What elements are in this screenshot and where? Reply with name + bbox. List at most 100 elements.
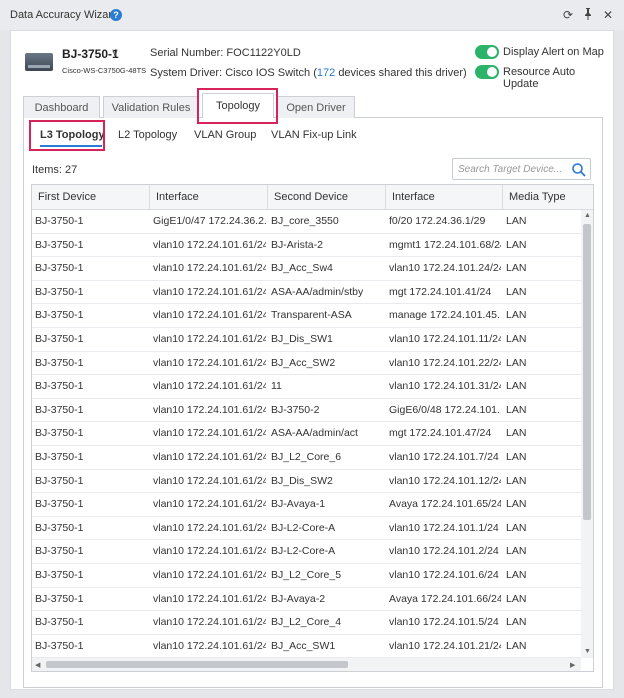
table-row[interactable]: BJ-3750-1 vlan10 172.24.101.61/24 BJ-Arist… xyxy=(32,234,582,258)
cell-interface-2: Avaya 172.24.101.66/24 xyxy=(389,592,501,605)
subtab-vlan-group[interactable]: VLAN Group xyxy=(194,129,256,141)
cell-media-type: LAN xyxy=(506,380,527,393)
cell-second-device: BJ_Acc_SW2 xyxy=(271,356,336,369)
vertical-scroll-thumb[interactable] xyxy=(583,224,591,520)
cell-interface-2: manage 172.24.101.45... xyxy=(389,309,501,322)
cell-media-type: LAN xyxy=(506,238,527,251)
tab-open-driver[interactable]: Open Driver xyxy=(277,96,355,118)
cell-media-type: LAN xyxy=(506,498,527,511)
table-row[interactable]: BJ-3750-1 vlan10 172.24.101.61/24 BJ_L2_Co… xyxy=(32,446,582,470)
pin-icon[interactable] xyxy=(581,8,595,22)
cell-media-type: LAN xyxy=(506,262,527,275)
table-row[interactable]: BJ-3750-1 vlan10 172.24.101.61/24 BJ_L2_Co… xyxy=(32,611,582,635)
cell-media-type: LAN xyxy=(506,639,527,652)
vertical-scrollbar[interactable]: ▲ ▼ xyxy=(581,210,593,658)
cell-second-device: BJ_Acc_Sw4 xyxy=(271,262,333,275)
cell-interface-2: vlan10 172.24.101.31/24 xyxy=(389,380,501,393)
cell-media-type: LAN xyxy=(506,309,527,322)
cell-interface-1: GigE1/0/47 172.24.36.2... xyxy=(153,215,266,227)
cell-second-device: BJ_L2_Core_6 xyxy=(271,450,342,463)
table-row[interactable]: BJ-3750-1 vlan10 172.24.101.61/24 BJ_Acc_S… xyxy=(32,352,582,376)
serial-number: Serial Number: FOC1122Y0LD xyxy=(150,47,301,59)
topology-table: First Device Interface Second Device Int… xyxy=(31,184,594,672)
table-row[interactable]: BJ-3750-1 vlan10 172.24.101.61/24 BJ-L2-Co… xyxy=(32,517,582,541)
horizontal-scrollbar[interactable]: ◀ ▶ xyxy=(32,658,581,671)
cell-interface-1: vlan10 172.24.101.61/24 xyxy=(153,521,266,534)
cell-media-type: LAN xyxy=(506,592,527,605)
cell-second-device: BJ-Avaya-2 xyxy=(271,592,326,605)
cell-media-type: LAN xyxy=(506,521,527,534)
cell-interface-1: vlan10 172.24.101.61/24 xyxy=(153,498,266,511)
table-row[interactable]: BJ-3750-1 vlan10 172.24.101.61/24 BJ_Acc_S… xyxy=(32,635,582,659)
column-header-first-device[interactable]: First Device xyxy=(32,185,150,210)
cell-second-device: BJ_core_3550 xyxy=(271,215,339,227)
table-row[interactable]: BJ-3750-1 vlan10 172.24.101.61/24 BJ_Dis_S… xyxy=(32,470,582,494)
cell-first-device: BJ-3750-1 xyxy=(35,639,84,652)
close-icon[interactable]: ✕ xyxy=(601,8,615,22)
horizontal-scroll-thumb[interactable] xyxy=(46,661,348,668)
cell-second-device: BJ-Arista-2 xyxy=(271,238,323,251)
column-header-media-type[interactable]: Media Type xyxy=(503,185,593,210)
table-row[interactable]: BJ-3750-1 vlan10 172.24.101.61/24 BJ_L2_Co… xyxy=(32,564,582,588)
cell-second-device: ASA-AA/admin/act xyxy=(271,427,358,440)
cell-interface-2: vlan10 172.24.101.11/24 xyxy=(389,332,501,345)
cell-media-type: LAN xyxy=(506,616,527,629)
scroll-up-icon[interactable]: ▲ xyxy=(584,212,591,219)
scroll-down-icon[interactable]: ▼ xyxy=(584,648,591,655)
table-row[interactable]: BJ-3750-1 vlan10 172.24.101.61/24 BJ-3750-… xyxy=(32,399,582,423)
cell-interface-2: vlan10 172.24.101.5/24 xyxy=(389,616,499,629)
cell-second-device: BJ_L2_Core_5 xyxy=(271,568,342,581)
table-row[interactable]: BJ-3750-1 GigE1/0/47 172.24.36.2... BJ_cor… xyxy=(32,210,582,234)
search-input[interactable]: Search Target Device... xyxy=(452,158,591,180)
cell-second-device: BJ-Avaya-1 xyxy=(271,498,326,511)
column-header-second-device[interactable]: Second Device xyxy=(268,185,386,210)
cell-media-type: LAN xyxy=(506,403,527,416)
cell-second-device: Transparent-ASA xyxy=(271,309,352,322)
table-row[interactable]: BJ-3750-1 vlan10 172.24.101.61/24 BJ_Dis_S… xyxy=(32,328,582,352)
table-row[interactable]: BJ-3750-1 vlan10 172.24.101.61/24 BJ-Avaya… xyxy=(32,493,582,517)
cell-first-device: BJ-3750-1 xyxy=(35,568,84,581)
refresh-icon[interactable]: ⟳ xyxy=(561,8,575,22)
table-row[interactable]: BJ-3750-1 vlan10 172.24.101.61/24 ASA-AA/a… xyxy=(32,422,582,446)
cell-second-device: BJ-3750-2 xyxy=(271,403,320,416)
cell-interface-1: vlan10 172.24.101.61/24 xyxy=(153,639,266,652)
cell-first-device: BJ-3750-1 xyxy=(35,616,84,629)
cell-first-device: BJ-3750-1 xyxy=(35,450,84,463)
cell-first-device: BJ-3750-1 xyxy=(35,215,84,227)
auto-update-toggle[interactable] xyxy=(475,65,499,79)
cell-second-device: BJ_Dis_SW1 xyxy=(271,332,333,345)
display-alert-toggle[interactable] xyxy=(475,45,499,59)
table-row[interactable]: BJ-3750-1 vlan10 172.24.101.61/24 11 vlan10… xyxy=(32,375,582,399)
table-row[interactable]: BJ-3750-1 vlan10 172.24.101.61/24 BJ-L2-Co… xyxy=(32,540,582,564)
tab-validation-rules[interactable]: Validation Rules xyxy=(103,96,199,118)
auto-update-label: Resource Auto Update xyxy=(503,66,576,90)
cell-interface-2: mgt 172.24.101.47/24 xyxy=(389,427,492,440)
cell-media-type: LAN xyxy=(506,450,527,463)
table-row[interactable]: BJ-3750-1 vlan10 172.24.101.61/24 ASA-AA/a… xyxy=(32,281,582,305)
column-header-interface-1[interactable]: Interface xyxy=(150,185,268,210)
subtab-l2-topology[interactable]: L2 Topology xyxy=(118,129,177,141)
table-body: BJ-3750-1 GigE1/0/47 172.24.36.2... BJ_cor… xyxy=(32,210,582,659)
cell-interface-1: vlan10 172.24.101.61/24 xyxy=(153,427,266,440)
cell-interface-2: f0/20 172.24.36.1/29 xyxy=(389,215,486,227)
search-placeholder: Search Target Device... xyxy=(458,164,563,175)
cell-media-type: LAN xyxy=(506,568,527,581)
tab-dashboard[interactable]: Dashboard xyxy=(23,96,100,118)
cell-interface-2: vlan10 172.24.101.22/24 xyxy=(389,356,501,369)
table-row[interactable]: BJ-3750-1 vlan10 172.24.101.61/24 BJ_Acc_S… xyxy=(32,257,582,281)
switch-device-icon xyxy=(25,53,53,71)
table-row[interactable]: BJ-3750-1 vlan10 172.24.101.61/24 BJ-Avaya… xyxy=(32,588,582,612)
subtab-vlan-fixup-link[interactable]: VLAN Fix-up Link xyxy=(271,129,357,141)
column-header-interface-2[interactable]: Interface xyxy=(386,185,503,210)
scroll-right-icon[interactable]: ▶ xyxy=(570,661,575,669)
scroll-left-icon[interactable]: ◀ xyxy=(35,661,40,669)
help-icon[interactable]: ? xyxy=(110,9,122,21)
table-row[interactable]: BJ-3750-1 vlan10 172.24.101.61/24 Transpar… xyxy=(32,304,582,328)
search-icon[interactable] xyxy=(571,162,587,178)
driver-count-link[interactable]: 172 xyxy=(317,67,335,79)
cell-interface-2: vlan10 172.24.101.2/24 xyxy=(389,545,499,558)
chevron-down-icon[interactable]: ∨ xyxy=(111,46,119,59)
cell-interface-2: mgmt1 172.24.101.68/24 xyxy=(389,238,501,251)
cell-interface-2: vlan10 172.24.101.24/24 xyxy=(389,262,501,275)
cell-interface-2: vlan10 172.24.101.6/24 xyxy=(389,568,499,581)
